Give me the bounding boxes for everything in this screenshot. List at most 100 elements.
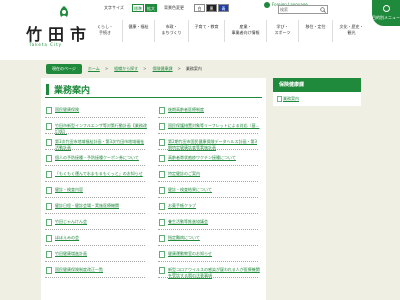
- list-item-link[interactable]: 健診・検査結果について: [168, 187, 260, 193]
- list-item-link[interactable]: 後期高齢者医療制度: [168, 107, 260, 113]
- list-item: 国民健康保険: [45, 102, 145, 118]
- list-item: 個人の予防接種・予防接種クーポン券について: [45, 150, 145, 166]
- font-standard-button[interactable]: 標準: [132, 4, 144, 12]
- document-icon: [46, 107, 52, 114]
- nav-item-business[interactable]: 産業・ 事業者向け情報: [224, 20, 266, 42]
- search-icon[interactable]: [320, 7, 326, 13]
- document-icon: [46, 123, 52, 130]
- city-emblem-icon: [60, 6, 68, 17]
- document-icon: [277, 96, 282, 102]
- list-item-link[interactable]: 個人の予防接種・予防接種クーポン券について: [55, 155, 147, 161]
- list-item: お薬手帳クラブ: [158, 198, 258, 214]
- list-item: 竹田市新型インフルエンザ等対策行動計画【業務改訂版】: [45, 118, 147, 134]
- list-item-link[interactable]: 「もくもく運んで水まもるもくっと」のお知らせ: [55, 171, 147, 177]
- document-icon: [159, 139, 165, 146]
- site-logo-sub: Taketa City: [29, 42, 62, 47]
- search-input[interactable]: [280, 6, 316, 13]
- list-item: 後期高齢者医療制度: [158, 102, 258, 118]
- page-title: 業務案内: [45, 80, 262, 98]
- breadcrumb-home[interactable]: ホーム: [88, 66, 100, 71]
- list-item-link[interactable]: ほほえみの会: [55, 235, 147, 241]
- list-item-link[interactable]: 国民保護措置対象等リーフレットによる対応（基...: [168, 123, 260, 129]
- bg-blue-button[interactable]: 青: [218, 4, 229, 12]
- bg-color-label: 背景色変更: [164, 5, 184, 10]
- nav-item-health[interactable]: 健康・福祉: [122, 20, 154, 42]
- document-icon: [159, 251, 165, 258]
- list-item-link[interactable]: 新型コロナウイルスの感染が疑われる人が医療機関を受診する際の注意事項: [168, 267, 260, 279]
- document-icon: [159, 235, 165, 242]
- document-icon: [46, 251, 52, 258]
- list-item-link[interactable]: 特定健診のご案内: [168, 171, 260, 177]
- document-icon: [46, 155, 52, 162]
- list-item: 国民健康保険制度改正一覧: [45, 262, 145, 278]
- main-content: 業務案内 国民健康保険 後期高齢者医療制度竹田市新型インフルエンザ等対策行動計画【…: [41, 78, 266, 300]
- breadcrumb-current-label: 現在のページ: [46, 64, 82, 74]
- list-item: 第2期竹田市国民健康保険データヘルス計画・第3期特定健康診査等実施計画: [158, 134, 258, 150]
- list-item-link[interactable]: 竹田じゃんけん会: [55, 219, 147, 225]
- document-icon: [46, 235, 52, 242]
- side-menu-item: 業務案内: [273, 92, 361, 106]
- purpose-menu-label: 目的別メニュー: [372, 15, 400, 20]
- nav-item-learning[interactable]: 学び・ スポーツ: [266, 20, 298, 42]
- document-icon: [159, 155, 165, 162]
- list-item-link[interactable]: 健康運動教室のお知らせ: [168, 251, 260, 257]
- document-icon: [159, 219, 165, 226]
- breadcrumb-organization[interactable]: 組織から探す: [114, 66, 138, 71]
- document-icon: [46, 171, 52, 178]
- breadcrumb-separator: >: [104, 66, 109, 71]
- side-menu-link[interactable]: 業務案内: [283, 96, 299, 102]
- list-item-link[interactable]: 高齢者帯状疱疹ワクチン接種について: [168, 155, 260, 161]
- page-body: 現在のページ ホーム > 組織から探す > 保険健康課 > 業務案内 業務案内 国民健康保険 後…: [0, 60, 400, 300]
- nav-item-migration[interactable]: 移住・定住: [298, 20, 332, 42]
- nav-item-childcare[interactable]: 子育て・教育: [188, 20, 224, 42]
- list-item-link[interactable]: 健診・検査内容: [55, 187, 147, 193]
- list-item: 「もくもく運んで水まもるもくっと」のお知らせ: [45, 166, 145, 182]
- list-item: 竹田健康増進計画: [45, 246, 145, 262]
- document-icon: [46, 267, 52, 274]
- nav-item-culture[interactable]: 文化・歴史・ 観光: [332, 20, 370, 42]
- font-size-label: 文字サイズ: [104, 5, 124, 10]
- side-menu: 保険健康課 業務案内: [273, 78, 363, 138]
- global-nav: くらし・ 手続き 健康・福祉 市政・ まちづくり 子育て・教育 産業・ 事業者向…: [88, 20, 370, 42]
- list-item-link[interactable]: 指定難病について: [168, 235, 260, 241]
- nav-item-city[interactable]: 市政・ まちづくり: [154, 20, 188, 42]
- list-item: 新型コロナウイルスの感染が疑われる人が医療機関を受診する際の注意事項: [158, 262, 260, 279]
- list-item-link[interactable]: 養生活動等推進協議会: [168, 219, 260, 225]
- nav-item-living[interactable]: くらし・ 手続き: [88, 20, 122, 42]
- globe-icon: [264, 2, 270, 8]
- list-item-link[interactable]: 竹田健康増進計画: [55, 251, 147, 257]
- list-item: 国民保護措置対象等リーフレットによる対応（基...: [158, 118, 260, 134]
- site-logo[interactable]: 竹田市 Taketa City: [26, 5, 86, 49]
- site-search: [278, 5, 328, 14]
- document-icon: [159, 123, 165, 130]
- document-icon: [159, 267, 165, 274]
- breadcrumb: 現在のページ ホーム > 組織から探す > 保険健康課 > 業務案内: [46, 64, 202, 74]
- document-icon: [46, 139, 52, 146]
- list-item: 健診日程・健診会場・実施医療機関: [45, 198, 145, 214]
- list-item-link[interactable]: 健診日程・健診会場・実施医療機関: [55, 203, 147, 209]
- breadcrumb-separator: >: [177, 66, 181, 71]
- list-item: 健診・検査内容: [45, 182, 145, 198]
- list-item: 養生活動等推進協議会: [158, 214, 258, 230]
- bg-black-button[interactable]: 黒: [206, 4, 217, 12]
- list-item-link[interactable]: 国民健康保険: [55, 107, 147, 113]
- title-accent-bar: [46, 84, 49, 95]
- breadcrumb-department[interactable]: 保険健康課: [153, 66, 173, 71]
- breadcrumb-current: 業務案内: [185, 66, 202, 71]
- list-item-link[interactable]: 国民健康保険制度改正一覧: [55, 267, 147, 273]
- list-item: 健康運動教室のお知らせ: [158, 246, 258, 262]
- document-icon: [159, 203, 165, 210]
- document-icon: [159, 187, 165, 194]
- document-icon: [46, 219, 52, 226]
- page-title-text: 業務案内: [54, 86, 91, 96]
- list-item-link[interactable]: お薬手帳クラブ: [168, 203, 260, 209]
- purpose-menu-button[interactable]: 目的別メニュー: [372, 0, 400, 26]
- bg-white-button[interactable]: 白: [194, 4, 205, 12]
- list-item: 高齢者帯状疱疹ワクチン接種について: [158, 150, 258, 166]
- breadcrumb-separator: >: [143, 66, 147, 71]
- document-icon: [46, 187, 52, 194]
- list-item: ほほえみの会: [45, 230, 145, 246]
- list-item: 指定難病について: [158, 230, 258, 246]
- menu-icon: [383, 5, 390, 12]
- font-large-button[interactable]: 拡大: [145, 4, 157, 12]
